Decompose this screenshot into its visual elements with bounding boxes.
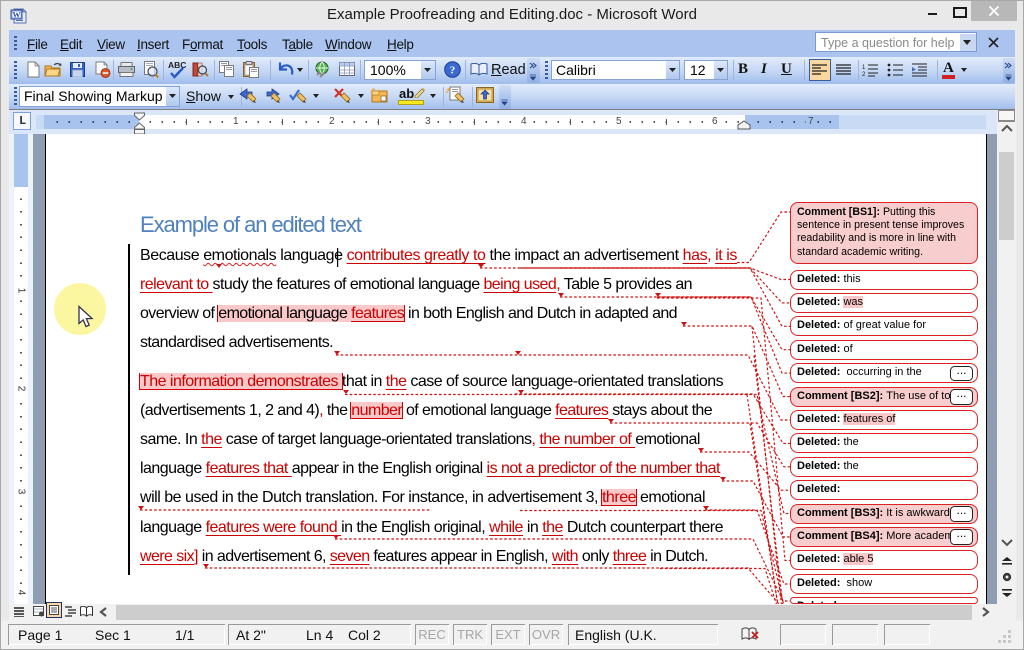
svg-text:?: ? xyxy=(450,65,456,77)
svg-text:1: 1 xyxy=(862,65,866,71)
svg-text:2: 2 xyxy=(862,72,866,77)
